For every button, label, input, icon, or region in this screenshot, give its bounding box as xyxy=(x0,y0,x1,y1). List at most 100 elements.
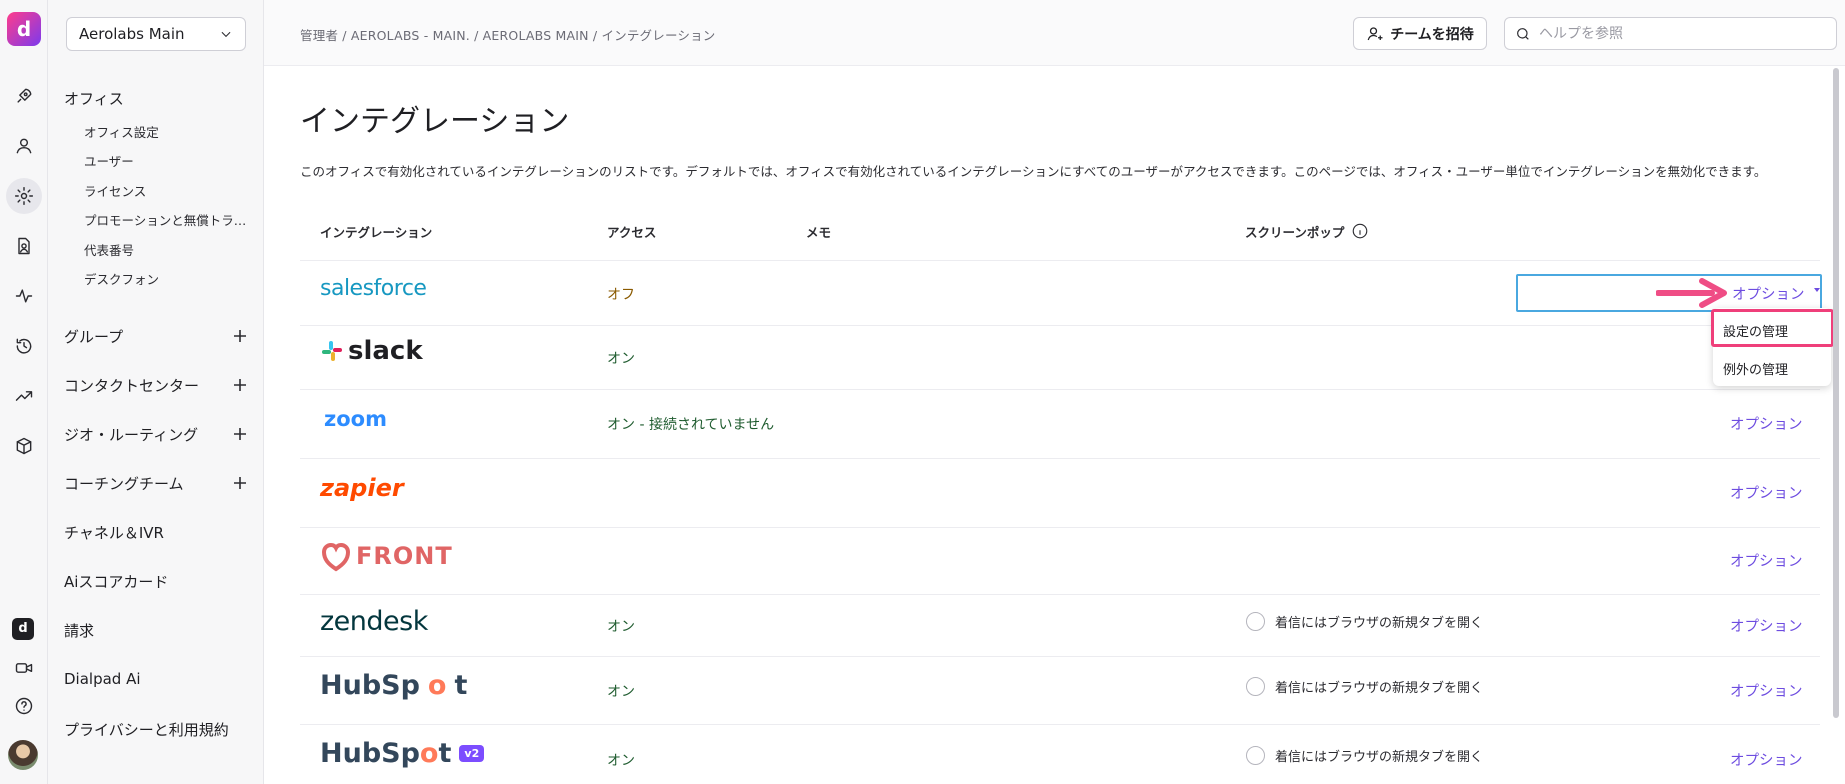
arrow-annotation-icon xyxy=(1656,278,1727,308)
divider xyxy=(300,325,1820,326)
user-icon[interactable] xyxy=(12,134,36,158)
sidebar-item-scorecard[interactable]: Aiスコアカード xyxy=(64,571,168,592)
screenpop-label: 着信にはブラウザの新規タブを開く xyxy=(1275,616,1484,631)
slack-icon xyxy=(322,341,342,361)
divider xyxy=(300,527,1820,528)
sidebar-item-licenses[interactable]: ライセンス xyxy=(84,181,254,200)
caret-down-icon xyxy=(1814,288,1820,292)
access-status: オン xyxy=(607,351,635,367)
contacts-icon[interactable] xyxy=(12,234,36,258)
divider xyxy=(300,656,1820,657)
access-status: オフ xyxy=(607,287,635,303)
avatar[interactable] xyxy=(8,740,38,770)
search-icon xyxy=(1517,27,1529,40)
info-icon[interactable] xyxy=(1351,222,1369,240)
option-button-active[interactable]: オプション xyxy=(1732,283,1805,304)
divider xyxy=(300,260,1820,261)
invite-team-label: チームを招待 xyxy=(1390,26,1474,43)
screenpop-radio[interactable] xyxy=(1246,746,1265,765)
video-icon[interactable] xyxy=(12,656,36,680)
sidebar-item-groups[interactable]: グループ xyxy=(64,326,123,347)
screenpop-option[interactable]: 着信にはブラウザの新規タブを開く xyxy=(1246,677,1483,696)
sidebar-item-contact-center[interactable]: コンタクトセンター xyxy=(64,375,199,396)
sidebar-item-dialpad-ai[interactable]: Dialpad Ai xyxy=(64,670,141,688)
screenpop-label: 着信にはブラウザの新規タブを開く xyxy=(1275,750,1484,765)
hubspot-sprocket: o xyxy=(427,670,447,701)
page-description: このオフィスで有効化されているインテグレーションのリストです。デフォルトでは、オ… xyxy=(300,164,1767,179)
screenpop-radio[interactable] xyxy=(1246,677,1265,696)
divider xyxy=(300,389,1820,390)
icon-rail: d d xyxy=(0,0,48,784)
column-header-access: アクセス xyxy=(607,225,657,240)
sidebar-item-promotions[interactable]: プロモーションと無償トライアル xyxy=(84,210,254,229)
hubspot-logo: HubSp o t xyxy=(320,670,468,701)
history-icon[interactable] xyxy=(12,334,36,358)
sidebar-item-office-settings[interactable]: オフィス設定 xyxy=(84,122,254,141)
chevron-down-icon xyxy=(221,31,231,38)
front-logo: FRONT xyxy=(320,540,453,572)
scrollbar[interactable] xyxy=(1832,68,1840,784)
help-icon[interactable] xyxy=(12,694,36,718)
access-status: オン xyxy=(607,684,635,700)
sidebar-item-users[interactable]: ユーザー xyxy=(84,151,254,170)
sidebar-item-channels[interactable]: チャネル＆IVR xyxy=(64,522,164,543)
option-button[interactable]: オプション xyxy=(1730,680,1803,701)
option-button[interactable]: オプション xyxy=(1730,413,1803,434)
zapier-logo: zapier xyxy=(320,474,404,502)
dialpad-icon[interactable]: d xyxy=(12,618,34,640)
invite-team-button[interactable]: チームを招待 xyxy=(1353,17,1487,50)
org-select-label: Aerolabs Main xyxy=(79,25,185,43)
help-search[interactable] xyxy=(1504,17,1837,50)
help-search-input[interactable] xyxy=(1539,25,1829,42)
trend-icon[interactable] xyxy=(12,384,36,408)
plus-icon[interactable] xyxy=(232,475,248,491)
dialpad-logo[interactable]: d xyxy=(7,12,41,46)
page-title: インテグレーション xyxy=(300,104,570,139)
option-button[interactable]: オプション xyxy=(1730,550,1803,571)
column-header-screenpop: スクリーンポップ xyxy=(1245,225,1345,240)
front-wordmark: FRONT xyxy=(356,542,453,570)
screenpop-option[interactable]: 着信にはブラウザの新規タブを開く xyxy=(1246,746,1483,765)
breadcrumb[interactable]: 管理者 / AEROLABS - MAIN. / AEROLABS MAIN /… xyxy=(300,25,716,44)
option-button[interactable]: オプション xyxy=(1730,482,1803,503)
rocket-icon[interactable] xyxy=(12,84,36,108)
version-badge: v2 xyxy=(459,745,485,762)
hubspot-wordmark: HubSpot xyxy=(320,738,452,769)
zoom-logo: zoom xyxy=(324,407,387,431)
sidebar-item-coaching[interactable]: コーチングチーム xyxy=(64,473,184,494)
option-button[interactable]: オプション xyxy=(1730,615,1803,636)
menu-item-manage-exceptions[interactable]: 例外の管理 xyxy=(1723,359,1788,378)
scrollbar-thumb[interactable] xyxy=(1833,68,1839,718)
plus-icon[interactable] xyxy=(232,377,248,393)
cube-icon[interactable] xyxy=(12,434,36,458)
slack-logo: slack xyxy=(320,336,423,366)
screenpop-option[interactable]: 着信にはブラウザの新規タブを開く xyxy=(1246,612,1483,631)
hubspot-sprocket: o xyxy=(419,738,439,769)
activity-icon[interactable] xyxy=(12,284,36,308)
gear-icon[interactable] xyxy=(6,178,42,214)
plus-icon[interactable] xyxy=(232,426,248,442)
access-status: オン xyxy=(607,753,635,769)
screenpop-radio[interactable] xyxy=(1246,612,1265,631)
highlight-annotation xyxy=(1711,309,1834,347)
sidebar: Aerolabs Main オフィス オフィス設定 ユーザー ライセンス プロモ… xyxy=(48,0,264,784)
sidebar-item-office[interactable]: オフィス xyxy=(64,88,124,109)
header: 管理者 / AEROLABS - MAIN. / AEROLABS MAIN /… xyxy=(264,0,1845,66)
column-header-memo: メモ xyxy=(806,225,832,240)
option-button[interactable]: オプション xyxy=(1730,749,1803,770)
divider xyxy=(300,594,1820,595)
zendesk-logo: zendesk xyxy=(320,606,428,637)
org-select[interactable]: Aerolabs Main xyxy=(66,17,246,51)
slack-wordmark: slack xyxy=(348,336,423,366)
plus-icon[interactable] xyxy=(232,328,248,344)
hubspot-v2-logo: HubSpot v2 xyxy=(320,738,485,769)
divider xyxy=(300,458,1820,459)
sidebar-item-privacy[interactable]: プライバシーと利用規約 xyxy=(64,719,229,740)
add-user-icon xyxy=(1367,26,1383,40)
sidebar-item-deskphone[interactable]: デスクフォン xyxy=(84,269,254,288)
salesforce-logo: salesforce xyxy=(320,276,427,301)
access-status: オン xyxy=(607,619,635,635)
sidebar-item-main-number[interactable]: 代表番号 xyxy=(84,240,254,259)
sidebar-item-billing[interactable]: 請求 xyxy=(64,620,94,641)
sidebar-item-geo-routing[interactable]: ジオ・ルーティング xyxy=(64,424,198,445)
